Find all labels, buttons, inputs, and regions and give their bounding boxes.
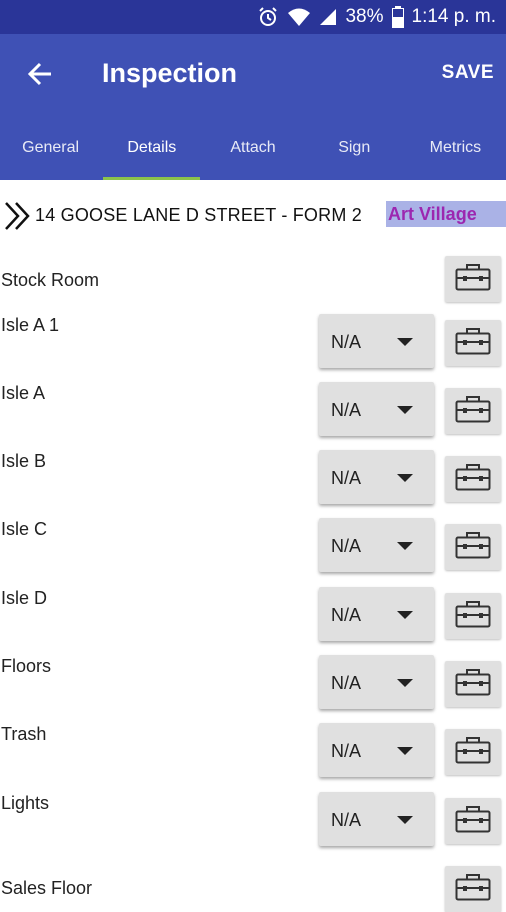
tab-sign[interactable]: Sign — [304, 124, 405, 180]
dropdown-value: N/A — [331, 810, 362, 830]
toolbox-icon — [455, 463, 491, 496]
list-item: Floors N/A — [0, 653, 506, 713]
list-item: Isle A 1 N/A — [0, 312, 506, 372]
status-dropdown[interactable]: N/A — [319, 723, 434, 777]
toolbox-icon — [455, 327, 491, 360]
item-label: Isle C — [1, 519, 48, 539]
toolbox-button[interactable] — [445, 798, 501, 844]
toolbox-icon — [455, 600, 491, 633]
item-label: Isle B — [1, 451, 47, 471]
wifi-icon — [287, 7, 311, 27]
dropdown-arrow-icon — [397, 474, 413, 482]
item-label: Sales Floor — [1, 878, 93, 898]
tab-bar: General Details Attach Sign Metrics — [0, 124, 506, 180]
toolbox-icon — [455, 736, 491, 769]
battery-icon — [391, 6, 404, 28]
toolbox-icon — [455, 263, 491, 296]
toolbox-icon — [455, 395, 491, 428]
page-title: Inspection — [102, 58, 238, 88]
status-dropdown[interactable]: N/A — [319, 792, 434, 846]
dropdown-value: N/A — [331, 536, 362, 556]
clock-time: 1:14 p. m. — [411, 6, 497, 27]
location-badge: Art Village — [386, 201, 506, 227]
tab-details[interactable]: Details — [101, 124, 202, 180]
toolbox-button[interactable] — [445, 866, 501, 912]
dropdown-value: N/A — [331, 468, 362, 488]
dropdown-value: N/A — [331, 400, 362, 420]
dropdown-arrow-icon — [397, 679, 413, 687]
toolbox-icon — [455, 805, 491, 838]
dropdown-arrow-icon — [397, 747, 413, 755]
status-dropdown[interactable]: N/A — [319, 450, 434, 504]
toolbox-button[interactable] — [445, 320, 501, 366]
toolbox-button[interactable] — [445, 729, 501, 775]
dropdown-value: N/A — [331, 673, 362, 693]
toolbox-button[interactable] — [445, 456, 501, 502]
item-label: Isle D — [1, 588, 48, 608]
back-arrow-icon[interactable] — [22, 56, 58, 92]
form-header: 14 GOOSE LANE D STREET - FORM 2 Art Vill… — [0, 196, 506, 236]
item-label: Trash — [1, 724, 47, 744]
tab-metrics[interactable]: Metrics — [405, 124, 506, 180]
item-label: Lights — [1, 793, 50, 813]
tab-general[interactable]: General — [0, 124, 101, 180]
status-dropdown[interactable]: N/A — [319, 655, 434, 709]
double-chevron-right-icon — [4, 200, 32, 237]
toolbox-icon — [455, 531, 491, 564]
status-dropdown[interactable]: N/A — [319, 518, 434, 572]
dropdown-arrow-icon — [397, 542, 413, 550]
dropdown-arrow-icon — [397, 338, 413, 346]
list-item: Isle B N/A — [0, 448, 506, 508]
dropdown-arrow-icon — [397, 611, 413, 619]
signal-icon — [319, 8, 337, 26]
tab-attach[interactable]: Attach — [202, 124, 303, 180]
dropdown-arrow-icon — [397, 406, 413, 414]
dropdown-value: N/A — [331, 332, 362, 352]
status-dropdown[interactable]: N/A — [319, 382, 434, 436]
status-bar: 38% 1:14 p. m. — [0, 0, 506, 34]
toolbox-icon — [455, 668, 491, 701]
toolbox-button[interactable] — [445, 388, 501, 434]
toolbox-button[interactable] — [445, 524, 501, 570]
toolbox-button[interactable] — [445, 661, 501, 707]
app-bar: Inspection SAVE General Details Attach S… — [0, 34, 506, 180]
list-item: Isle C N/A — [0, 516, 506, 576]
list-item: Sales Floor — [0, 866, 506, 912]
item-label: Isle A 1 — [1, 315, 60, 335]
toolbox-button[interactable] — [445, 256, 501, 302]
dropdown-value: N/A — [331, 605, 362, 625]
list-item: Lights N/A — [0, 790, 506, 850]
status-dropdown[interactable]: N/A — [319, 314, 434, 368]
alarm-icon — [257, 6, 279, 28]
list-item: Stock Room — [0, 256, 506, 306]
save-button[interactable]: SAVE — [442, 62, 494, 84]
item-label: Floors — [1, 656, 52, 676]
item-label: Stock Room — [1, 270, 100, 290]
dropdown-value: N/A — [331, 741, 362, 761]
list-item: Isle A N/A — [0, 380, 506, 440]
status-dropdown[interactable]: N/A — [319, 587, 434, 641]
item-label: Isle A — [1, 383, 46, 403]
battery-percent: 38% — [345, 6, 384, 27]
toolbox-icon — [455, 873, 491, 906]
list-item: Trash N/A — [0, 721, 506, 781]
list-item: Isle D N/A — [0, 585, 506, 645]
dropdown-arrow-icon — [397, 816, 413, 824]
toolbox-button[interactable] — [445, 593, 501, 639]
form-title: 14 GOOSE LANE D STREET - FORM 2 — [35, 205, 362, 225]
